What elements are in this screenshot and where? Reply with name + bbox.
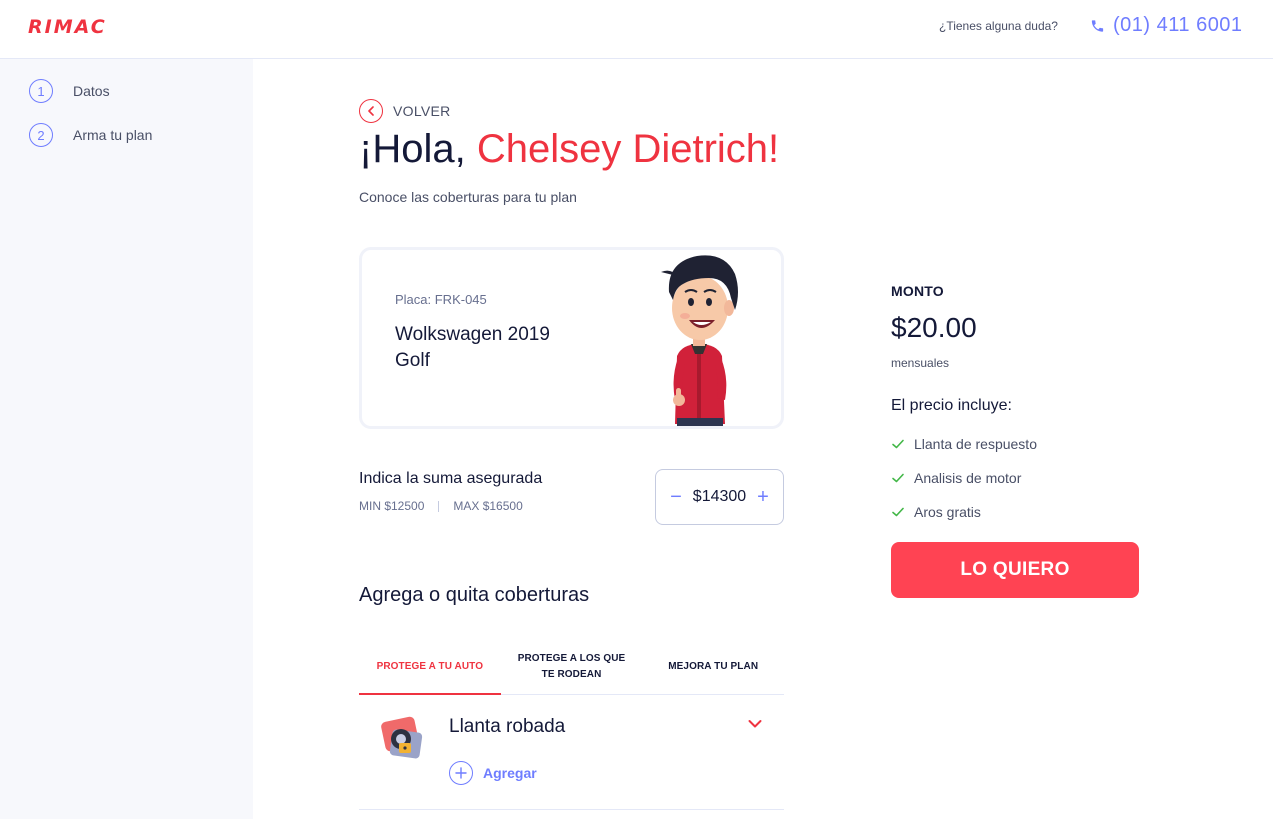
step-number: 2: [29, 123, 53, 147]
tab-label-line1: PROTEGE A LOS QUE: [517, 653, 626, 664]
check-icon: [892, 473, 904, 483]
page-subtitle: Conoce las coberturas para tu plan: [359, 189, 577, 205]
chevron-left-icon: [359, 99, 383, 123]
phone-number: (01) 411 6001: [1113, 14, 1243, 36]
check-icon: [892, 507, 904, 517]
step-label: Datos: [73, 83, 110, 99]
back-label: VOLVER: [393, 103, 451, 119]
steps-sidebar: 1 Datos 2 Arma tu plan: [0, 59, 253, 819]
tab-protege-a-los-que-te-rodean[interactable]: PROTEGE A LOS QUE TE RODEAN: [501, 640, 643, 694]
insured-sum-stepper: − $14300 +: [655, 469, 784, 525]
include-label: Analisis de motor: [914, 470, 1022, 486]
rimac-logo[interactable]: RIMAC: [28, 16, 107, 38]
tab-label-line2: TE RODEAN: [541, 669, 602, 680]
tab-protege-a-tu-auto[interactable]: PROTEGE A TU AUTO: [359, 640, 501, 695]
insured-sum-limits: MIN $12500 MAX $16500: [359, 499, 523, 513]
coverages-title: Agrega o quita coberturas: [359, 584, 590, 606]
top-header: RIMAC ¿Tienes alguna duda? (01) 411 6001: [0, 0, 1273, 59]
price-period: mensuales: [891, 356, 950, 370]
step-label: Arma tu plan: [73, 127, 153, 143]
check-icon: [892, 439, 904, 449]
car-card: Placa: FRK-045 Wolkswagen 2019 Golf: [359, 247, 784, 429]
car-model-line1: Wolkswagen 2019: [395, 324, 550, 345]
include-item: Llanta de respuesto: [891, 436, 1037, 452]
step-arma-tu-plan[interactable]: 2 Arma tu plan: [29, 123, 152, 147]
includes-title: El precio incluye:: [891, 397, 1012, 414]
divider: [438, 500, 440, 512]
plus-icon: [449, 761, 473, 785]
back-button[interactable]: VOLVER: [359, 99, 451, 123]
add-coverage-button[interactable]: Agregar: [449, 761, 537, 785]
include-item: Analisis de motor: [891, 470, 1021, 486]
add-label: Agregar: [483, 765, 537, 781]
decrement-button[interactable]: −: [668, 486, 684, 509]
coverage-tabs: PROTEGE A TU AUTO PROTEGE A LOS QUE TE R…: [359, 640, 784, 695]
increment-button[interactable]: +: [755, 486, 771, 509]
phone-link[interactable]: (01) 411 6001: [1090, 14, 1243, 37]
chevron-down-icon[interactable]: [748, 719, 762, 729]
insured-sum-max: MAX $16500: [453, 499, 523, 513]
coverage-item: Llanta robada Agregar: [359, 695, 784, 810]
insured-sum-min: MIN $12500: [359, 499, 425, 513]
greeting-prefix: ¡Hola,: [359, 127, 477, 171]
insured-sum-value[interactable]: $14300: [693, 488, 746, 506]
lo-quiero-button[interactable]: LO QUIERO: [891, 542, 1139, 598]
include-item: Aros gratis: [891, 504, 981, 520]
mascot-illustration: [661, 255, 738, 426]
include-label: Aros gratis: [914, 504, 981, 520]
insured-sum-label: Indica la suma asegurada: [359, 470, 543, 487]
tab-mejora-tu-plan[interactable]: MEJORA TU PLAN: [642, 640, 784, 694]
car-model: Wolkswagen 2019 Golf: [395, 322, 595, 374]
step-number: 1: [29, 79, 53, 103]
help-text: ¿Tienes alguna duda?: [939, 19, 1058, 33]
include-label: Llanta de respuesto: [914, 436, 1037, 452]
step-datos[interactable]: 1 Datos: [29, 79, 110, 103]
coverage-name: Llanta robada: [449, 716, 566, 737]
car-plate: Placa: FRK-045: [395, 292, 487, 307]
stolen-tire-icon: [381, 716, 423, 759]
page-title: ¡Hola, Chelsey Dietrich!: [359, 127, 779, 172]
phone-icon: [1091, 19, 1104, 32]
car-model-line2: Golf: [395, 350, 430, 371]
price-label: MONTO: [891, 283, 944, 299]
price-amount: $20.00: [891, 312, 977, 343]
customer-name: Chelsey Dietrich!: [476, 127, 780, 171]
